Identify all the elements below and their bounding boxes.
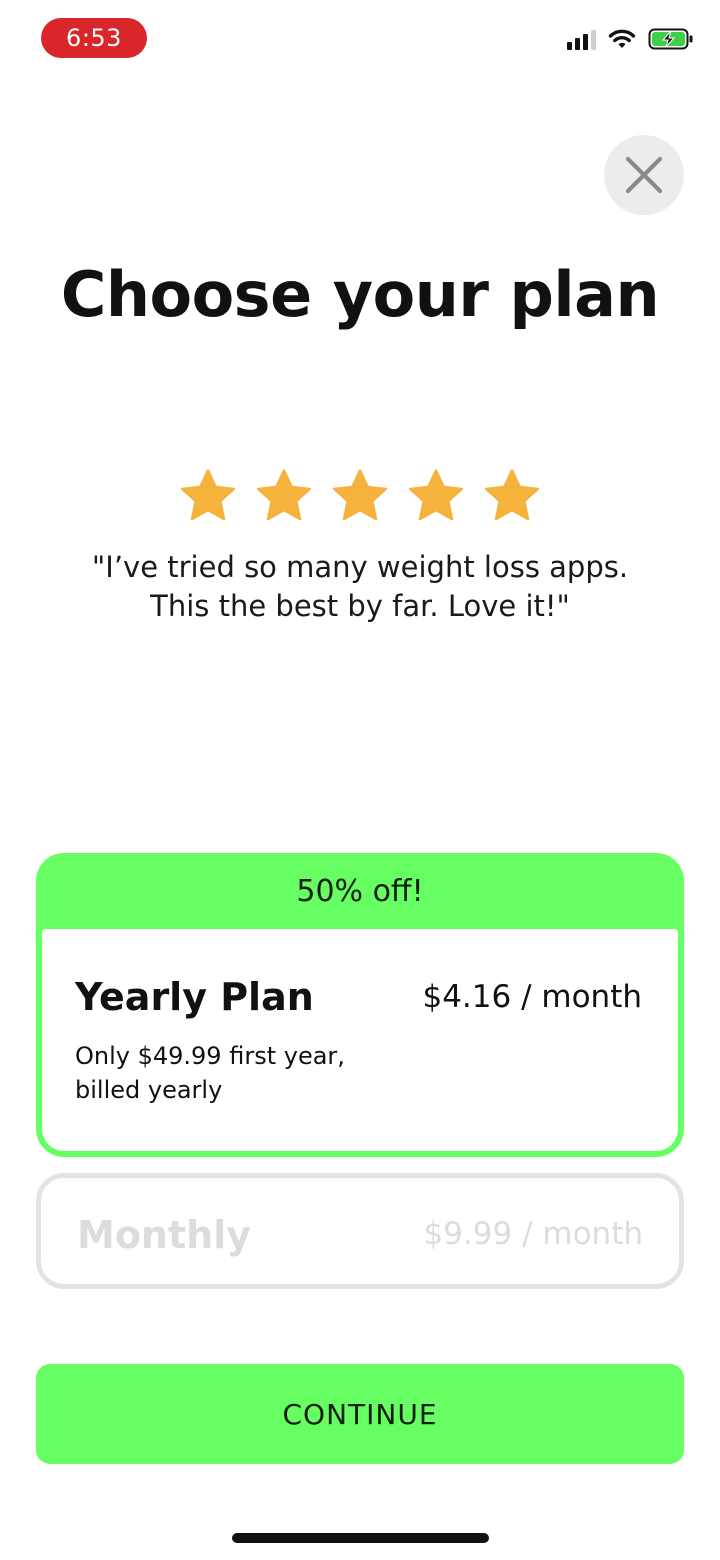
continue-button[interactable]: CONTINUE bbox=[36, 1364, 684, 1464]
plan-selection-screen: 6:53 Choose your plan "I’ve tried so man… bbox=[0, 0, 720, 1560]
plan-price: $4.16 / month bbox=[422, 979, 642, 1015]
plan-name: Monthly bbox=[77, 1213, 251, 1257]
plan-option-yearly[interactable]: 50% off! Yearly Plan $4.16 / month Only … bbox=[36, 853, 684, 1157]
battery-charging-icon bbox=[648, 28, 693, 50]
star-icon bbox=[485, 469, 539, 521]
page-title: Choose your plan bbox=[60, 258, 660, 331]
signal-icon bbox=[567, 28, 596, 50]
plan-price: $9.99 / month bbox=[423, 1216, 643, 1252]
plan-description-line: billed yearly bbox=[75, 1076, 223, 1104]
home-indicator[interactable] bbox=[232, 1533, 489, 1543]
review-quote-line: This the best by far. Love it!" bbox=[150, 589, 570, 623]
star-icon bbox=[409, 469, 463, 521]
review-quote-line: "I’ve tried so many weight loss apps. bbox=[91, 550, 629, 584]
status-icons bbox=[567, 28, 694, 50]
plan-option-monthly[interactable]: Monthly $9.99 / month bbox=[36, 1173, 684, 1289]
status-time: 6:53 bbox=[41, 18, 147, 58]
close-button[interactable] bbox=[604, 135, 684, 215]
plan-name: Yearly Plan bbox=[75, 975, 314, 1019]
review-quote: "I’ve tried so many weight loss apps. Th… bbox=[40, 548, 680, 626]
star-icon bbox=[181, 469, 235, 521]
close-icon bbox=[625, 156, 663, 194]
plan-description-line: Only $49.99 first year, bbox=[75, 1042, 345, 1070]
star-icon bbox=[257, 469, 311, 521]
plan-yearly-body: Yearly Plan $4.16 / month Only $49.99 fi… bbox=[42, 929, 678, 1151]
rating-stars bbox=[0, 466, 720, 526]
plan-description: Only $49.99 first year, billed yearly bbox=[75, 1039, 405, 1107]
discount-badge: 50% off! bbox=[296, 873, 424, 909]
star-icon bbox=[333, 469, 387, 521]
wifi-icon bbox=[608, 29, 636, 48]
